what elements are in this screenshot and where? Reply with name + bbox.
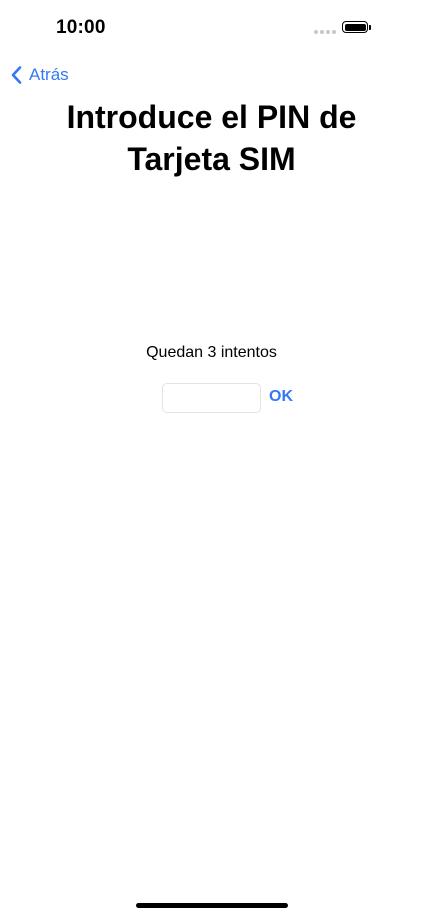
ok-button[interactable]: OK bbox=[269, 388, 293, 406]
back-label: Atrás bbox=[29, 65, 69, 84]
page-title: Introduce el PIN de Tarjeta SIM bbox=[66, 99, 357, 177]
status-time: 10:00 bbox=[56, 17, 106, 38]
back-button[interactable]: Atrás bbox=[11, 62, 69, 88]
pin-input[interactable] bbox=[162, 383, 261, 413]
signal-dots-icon bbox=[314, 30, 336, 34]
chevron-left-icon bbox=[11, 66, 29, 84]
status-bar: 10:00 bbox=[0, 0, 423, 56]
battery-icon bbox=[342, 21, 368, 33]
battery-cap bbox=[369, 25, 371, 30]
attempts-remaining-text: Quedan 3 intentos bbox=[146, 344, 277, 361]
home-indicator[interactable] bbox=[136, 903, 288, 908]
